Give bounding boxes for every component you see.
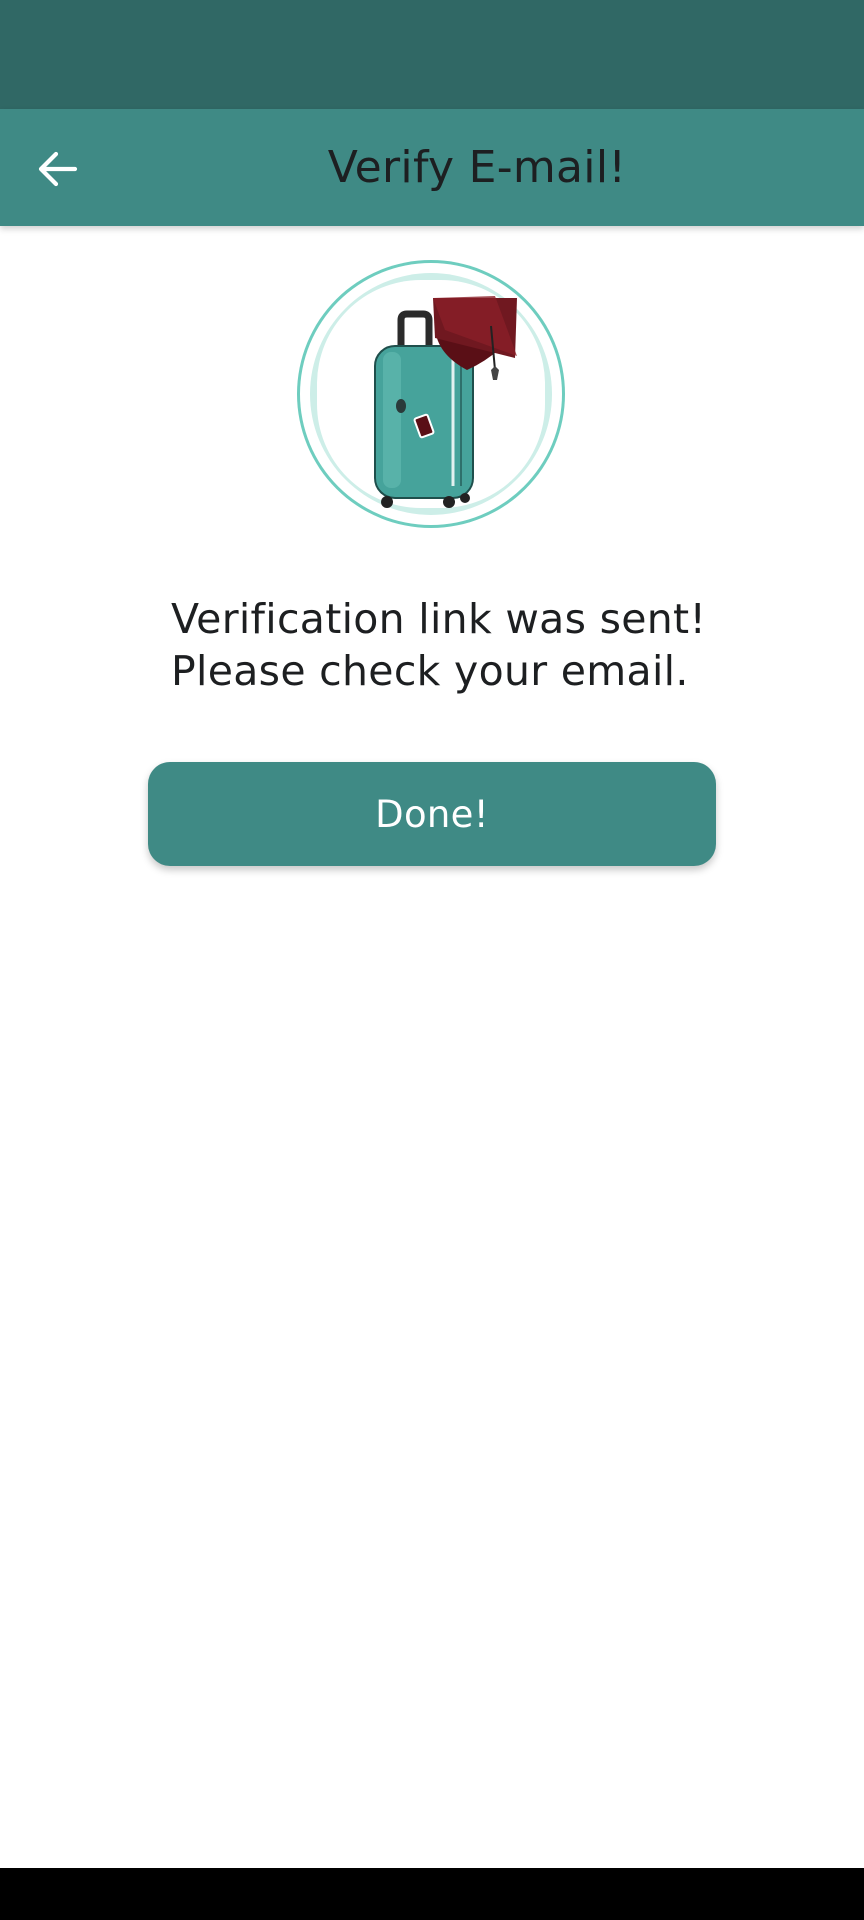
app-bar: Verify E-mail! [0, 109, 864, 226]
status-bar [0, 0, 864, 109]
back-button[interactable] [22, 133, 94, 205]
verification-message: Verification link was sent! Please check… [171, 593, 771, 697]
message-line-1: Verification link was sent! [171, 595, 707, 643]
done-button[interactable]: Done! [148, 762, 716, 866]
suitcase-graduation-illustration [295, 258, 567, 530]
page-title: Verify E-mail! [327, 142, 627, 193]
arrow-left-icon [38, 151, 78, 187]
system-navigation-bar [0, 1868, 864, 1920]
message-line-2: Please check your email. [171, 647, 689, 695]
